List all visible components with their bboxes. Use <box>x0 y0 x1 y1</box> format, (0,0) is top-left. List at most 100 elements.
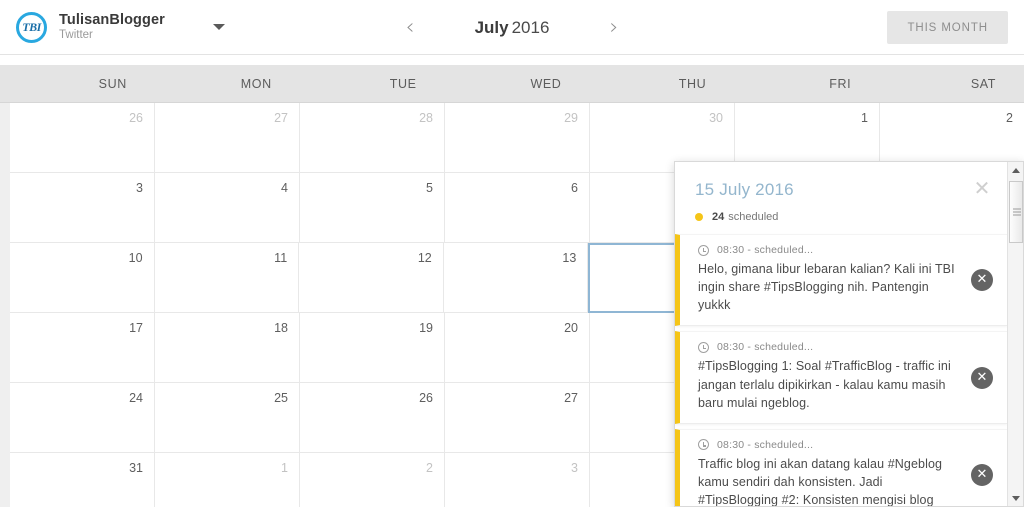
close-icon[interactable]: ✕ <box>971 178 993 200</box>
weekday-sun: SUN <box>98 76 127 91</box>
chevron-down-icon[interactable] <box>212 24 225 30</box>
left-gutter <box>0 65 10 102</box>
delete-post-icon[interactable]: ✕ <box>971 463 993 486</box>
delete-post-icon[interactable]: ✕ <box>971 366 993 389</box>
day-events-popup: 15 July 2016 ✕ 24 scheduled 08:30 - sche… <box>674 161 1024 507</box>
account-selector[interactable]: TBI TulisanBlogger Twitter <box>0 11 225 43</box>
calendar-day-cell[interactable]: 11 <box>154 243 300 313</box>
scheduled-count-label: scheduled <box>728 211 779 223</box>
day-number: 18 <box>274 321 288 335</box>
day-number: 19 <box>419 321 433 335</box>
calendar-day-cell[interactable]: 18 <box>155 313 300 383</box>
calendar-day-cell[interactable]: 31 <box>10 453 155 507</box>
calendar-day-cell[interactable]: 3 <box>445 453 590 507</box>
calendar-day-cell[interactable]: 17 <box>10 313 155 383</box>
day-number: 28 <box>419 111 433 125</box>
day-number: 11 <box>274 251 288 265</box>
post-time-status: 08:30 - scheduled... <box>717 244 814 256</box>
weekday-thu: THU <box>678 76 707 91</box>
account-meta: TulisanBlogger Twitter <box>59 12 165 43</box>
left-gutter <box>0 103 10 173</box>
calendar-day-cell[interactable]: 19 <box>300 313 445 383</box>
scheduled-post-list: 08:30 - scheduled... Helo, gimana libur l… <box>675 234 1007 506</box>
calendar-day-cell[interactable]: 12 <box>299 243 444 313</box>
left-gutter <box>0 173 10 243</box>
day-number: 13 <box>562 251 577 265</box>
calendar-app: TBI TulisanBlogger Twitter ‹ July 2016 › … <box>0 0 1024 507</box>
day-number: 24 <box>129 391 143 405</box>
page-title: July 2016 <box>427 18 597 38</box>
top-bar: TBI TulisanBlogger Twitter ‹ July 2016 › … <box>0 0 1024 55</box>
next-month-button[interactable]: › <box>597 11 631 45</box>
day-number: 3 <box>571 461 578 475</box>
scheduled-post-item[interactable]: 08:30 - scheduled... Traffic blog ini aka… <box>675 428 1007 506</box>
scheduled-post-item[interactable]: 08:30 - scheduled... Helo, gimana libur l… <box>675 234 1007 327</box>
left-gutter <box>0 313 10 383</box>
day-number: 3 <box>136 181 143 195</box>
clock-icon <box>698 341 709 353</box>
calendar-day-cell[interactable]: 24 <box>10 383 155 453</box>
post-meta: 08:30 - scheduled... <box>698 341 959 353</box>
scroll-up-arrow-icon[interactable] <box>1008 162 1023 178</box>
calendar-day-cell[interactable]: 28 <box>300 103 445 173</box>
day-number: 5 <box>426 181 433 195</box>
left-gutter <box>0 453 10 507</box>
day-number: 31 <box>129 461 143 475</box>
day-number: 1 <box>281 461 288 475</box>
calendar-day-cell[interactable]: 13 <box>443 243 589 313</box>
scrollbar-thumb[interactable] <box>1009 181 1023 243</box>
calendar-day-cell[interactable]: 6 <box>445 173 590 243</box>
left-gutter <box>0 243 10 313</box>
calendar-day-cell[interactable]: 1 <box>155 453 300 507</box>
calendar-day-cell[interactable]: 20 <box>445 313 590 383</box>
scroll-down-arrow-icon[interactable] <box>1008 490 1023 506</box>
calendar-day-cell[interactable]: 26 <box>300 383 445 453</box>
calendar-day-cell[interactable]: 29 <box>445 103 590 173</box>
day-number: 29 <box>564 111 578 125</box>
account-name: TulisanBlogger <box>59 11 165 28</box>
calendar-day-cell[interactable]: 27 <box>155 103 300 173</box>
weekday-fri: FRI <box>829 76 852 91</box>
post-text: Traffic blog ini akan datang kalau #Ngeb… <box>698 456 943 506</box>
scheduled-post-item[interactable]: 08:30 - scheduled... #TipsBlogging 1: Soa… <box>675 331 1007 424</box>
this-month-button[interactable]: THIS MONTH <box>887 11 1008 44</box>
popup-scrollbar[interactable] <box>1007 162 1023 506</box>
calendar-day-cell[interactable]: 26 <box>10 103 155 173</box>
post-meta: 08:30 - scheduled... <box>698 244 959 256</box>
popup-header: 15 July 2016 ✕ <box>675 162 1007 200</box>
weekday-mon: MON <box>240 76 272 91</box>
previous-month-button[interactable]: ‹ <box>393 11 427 45</box>
day-number: 26 <box>129 111 143 125</box>
post-meta: 08:30 - scheduled... <box>698 439 959 451</box>
popup-date-title: 15 July 2016 <box>695 180 794 199</box>
calendar-day-cell[interactable]: 2 <box>300 453 445 507</box>
calendar-day-cell[interactable]: 25 <box>155 383 300 453</box>
day-number: 30 <box>709 111 723 125</box>
day-number: 1 <box>861 111 868 125</box>
status-dot-icon <box>695 213 703 221</box>
delete-post-icon[interactable]: ✕ <box>971 269 993 292</box>
weekday-wed: WED <box>530 76 562 91</box>
logo-text: TBI <box>22 20 41 34</box>
calendar-day-cell[interactable]: 5 <box>300 173 445 243</box>
day-number: 10 <box>128 251 143 265</box>
account-network: Twitter <box>59 29 93 42</box>
calendar-day-cell[interactable]: 10 <box>10 243 155 313</box>
day-number: 17 <box>129 321 143 335</box>
post-text: Helo, gimana libur lebaran kalian? Kali … <box>698 262 955 313</box>
calendar-day-cell[interactable]: 27 <box>445 383 590 453</box>
day-number: 27 <box>274 111 288 125</box>
post-time-status: 08:30 - scheduled... <box>717 341 814 354</box>
day-number: 27 <box>564 391 578 405</box>
weekday-header-row: SUN MON TUE WED THU FRI SAT <box>0 65 1024 103</box>
day-number: 12 <box>417 251 432 265</box>
scheduled-count-number: 24 <box>712 211 725 223</box>
calendar-day-cell[interactable]: 3 <box>10 173 155 243</box>
month-name: July <box>474 17 509 37</box>
clock-icon <box>698 244 709 256</box>
post-time-status: 08:30 - scheduled... <box>717 438 814 451</box>
post-text: #TipsBlogging 1: Soal #TrafficBlog - tra… <box>698 359 951 410</box>
weekday-sat: SAT <box>970 76 997 91</box>
day-number: 6 <box>571 181 578 195</box>
calendar-day-cell[interactable]: 4 <box>155 173 300 243</box>
